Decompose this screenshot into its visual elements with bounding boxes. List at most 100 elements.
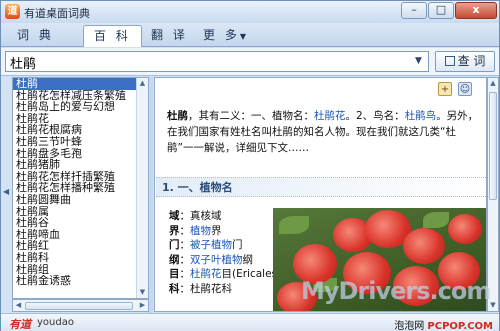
taxonomy-row: 门：被子植物门 xyxy=(169,238,279,253)
lookup-icon xyxy=(444,56,455,66)
content-scroll-up-icon[interactable]: ▲ xyxy=(488,78,498,89)
section-heading[interactable]: 1. 一、植物名 xyxy=(156,177,486,197)
youdao-app-icon: 道 xyxy=(5,4,20,19)
content-scroll-thumb[interactable] xyxy=(489,92,497,200)
taxonomy-key: 域 xyxy=(169,210,180,222)
taxonomy-row: 界：植物界 xyxy=(169,224,279,239)
scroll-down-icon[interactable]: ▼ xyxy=(137,287,148,298)
list-item[interactable]: 杜鹃花怎样扦插繁殖 xyxy=(13,171,148,183)
intro-text-a: ，其有二义：一、植物名： xyxy=(188,110,314,122)
taxonomy-row: 目：杜鹃花目(Ericales) xyxy=(169,267,281,282)
taxonomy-link[interactable]: 植物 xyxy=(190,225,211,237)
taxonomy-row: 科：杜鹃花科 xyxy=(169,282,279,297)
tab-translate[interactable]: 翻 译 xyxy=(141,25,198,46)
list-item[interactable]: 杜鹃花根腐病 xyxy=(13,124,148,136)
intro-paragraph: 杜鹃，其有二义：一、植物名：杜鹃花。2、鸟名：杜鹃鸟。另外，在我们国家有姓杜名叫… xyxy=(167,108,479,156)
taxonomy-list: 域：真核域 界：植物界 门：被子植物门 纲：双子叶植物纲 目：杜鹃花目(Ericales… xyxy=(169,209,281,297)
app-window: 道 有道桌面词典 – □ x 词 典 百 科 翻 译 更 多▼ ▼ 查 词 ◀ … xyxy=(0,0,500,331)
hscroll-thumb[interactable] xyxy=(25,302,133,310)
taxonomy-text: ： xyxy=(179,253,191,266)
taxonomy-text: ：真核域 xyxy=(179,210,222,222)
status-footer: 有道 youdao 泡泡网 PCPOP.COM xyxy=(1,313,499,331)
lookup-button-label: 查 词 xyxy=(457,54,486,68)
link-azalea[interactable]: 杜鹃花 xyxy=(314,110,346,122)
credit-prefix: 泡泡网 xyxy=(394,321,428,331)
list-item[interactable]: 杜鹃三节叶蜂 xyxy=(13,136,148,148)
intro-text-b: 。2、鸟名： xyxy=(345,110,405,122)
taxonomy-key: 门 xyxy=(169,239,180,251)
tab-dictionary-label: 词 典 xyxy=(17,28,54,42)
taxonomy-text: ：杜鹃花科 xyxy=(179,282,233,295)
tab-translate-label: 翻 译 xyxy=(151,28,188,42)
list-item[interactable]: 杜鹃盘多毛孢 xyxy=(13,148,148,160)
chevron-down-icon: ▼ xyxy=(239,32,246,41)
link-cuckoo[interactable]: 杜鹃鸟 xyxy=(405,110,437,122)
title-bar[interactable]: 道 有道桌面词典 – □ x xyxy=(1,1,499,23)
taxonomy-row: 域：真核域 xyxy=(169,209,279,224)
taxonomy-suffix: 界 xyxy=(211,224,222,237)
content-toolbar: + ☺ xyxy=(438,82,472,96)
taxonomy-link[interactable]: 双子叶植物 xyxy=(190,254,243,266)
taxonomy-key: 目 xyxy=(169,268,180,280)
window-title: 有道桌面词典 xyxy=(24,7,90,20)
photo-flower xyxy=(448,214,482,244)
suggestion-list[interactable]: 杜鹃 杜鹃花怎样减压条繁殖 杜鹃岛上的爱与幻想 杜鹃花 杜鹃花根腐病 杜鹃三节叶蜂 杜鹃盘多… xyxy=(12,77,149,299)
list-item[interactable]: 杜鹃花怎样播种繁殖 xyxy=(13,182,148,194)
photo-leaf xyxy=(279,216,309,234)
scroll-right-icon[interactable]: ▶ xyxy=(137,300,148,311)
list-item[interactable]: 杜鹃谷 xyxy=(13,217,148,229)
taxonomy-suffix: 纲 xyxy=(242,253,254,266)
collapse-left-icon[interactable]: ◀ xyxy=(3,187,9,196)
taxonomy-key: 纲 xyxy=(169,253,180,266)
list-item[interactable]: 杜鹃 xyxy=(13,78,148,90)
credit-site: PCPOP.COM xyxy=(427,321,493,331)
suggestion-list-hscrollbar[interactable]: ◀ ▶ xyxy=(12,299,149,312)
list-item[interactable]: 杜鹃属 xyxy=(13,206,148,218)
tab-encyclopedia[interactable]: 百 科 xyxy=(83,25,142,47)
taxonomy-text: ： xyxy=(179,268,191,280)
taxonomy-key: 界 xyxy=(169,224,180,237)
list-item[interactable]: 杜鹃圆舞曲 xyxy=(13,194,148,206)
lookup-button[interactable]: 查 词 xyxy=(435,51,495,72)
scroll-up-icon[interactable]: ▲ xyxy=(137,78,148,89)
add-wordbook-icon[interactable]: + xyxy=(438,82,452,96)
tab-bar: 词 典 百 科 翻 译 更 多▼ xyxy=(1,23,499,47)
tab-dictionary[interactable]: 词 典 xyxy=(7,25,64,46)
list-item[interactable]: 杜鹃组 xyxy=(13,264,148,276)
minimize-button[interactable]: – xyxy=(401,2,427,19)
list-item[interactable]: 杜鹃猪肺 xyxy=(13,159,148,171)
taxonomy-text: ： xyxy=(179,239,191,251)
photo-flower xyxy=(403,228,445,264)
splitter[interactable] xyxy=(149,77,153,313)
taxonomy-text: ： xyxy=(179,224,191,237)
tab-more-label: 更 多 xyxy=(203,28,240,42)
watermark: MyDrivers.com xyxy=(301,277,491,305)
photo-leaf xyxy=(423,212,449,228)
left-collapse-gutter[interactable]: ◀ xyxy=(1,77,11,313)
list-item[interactable]: 杜鹃花怎样减压条繁殖 xyxy=(13,90,148,102)
intro-term: 杜鹃 xyxy=(167,110,188,122)
tab-more[interactable]: 更 多▼ xyxy=(193,25,256,46)
list-item[interactable]: 杜鹃花 xyxy=(13,113,148,125)
list-item[interactable]: 杜鹃岛上的爱与幻想 xyxy=(13,101,148,113)
brand-logo: 有道 xyxy=(9,318,31,331)
tab-encyclopedia-label: 百 科 xyxy=(94,29,131,43)
taxonomy-row: 纲：双子叶植物纲 xyxy=(169,253,279,268)
list-item[interactable]: 杜鹃金诱惑 xyxy=(13,275,148,287)
list-item[interactable]: 杜鹃啼血 xyxy=(13,229,148,241)
list-item[interactable]: 杜鹃红 xyxy=(13,240,148,252)
scroll-left-icon[interactable]: ◀ xyxy=(13,300,24,311)
people-icon[interactable]: ☺ xyxy=(458,82,472,96)
suggestion-list-scrollbar[interactable]: ▲ ▼ xyxy=(136,78,148,298)
maximize-button[interactable]: □ xyxy=(428,2,454,19)
list-item[interactable]: 杜鹃科 xyxy=(13,252,148,264)
site-credit: 泡泡网 PCPOP.COM xyxy=(394,317,493,331)
search-bar: ▼ 查 词 xyxy=(1,48,499,76)
history-dropdown-icon[interactable]: ▼ xyxy=(411,54,426,69)
taxonomy-link[interactable]: 杜鹃花 xyxy=(190,268,222,280)
search-field[interactable]: ▼ xyxy=(5,51,429,72)
search-input[interactable] xyxy=(10,53,390,71)
taxonomy-link[interactable]: 被子植物 xyxy=(190,239,232,251)
window-controls: – □ x xyxy=(401,2,497,19)
close-button[interactable]: x xyxy=(455,2,497,19)
